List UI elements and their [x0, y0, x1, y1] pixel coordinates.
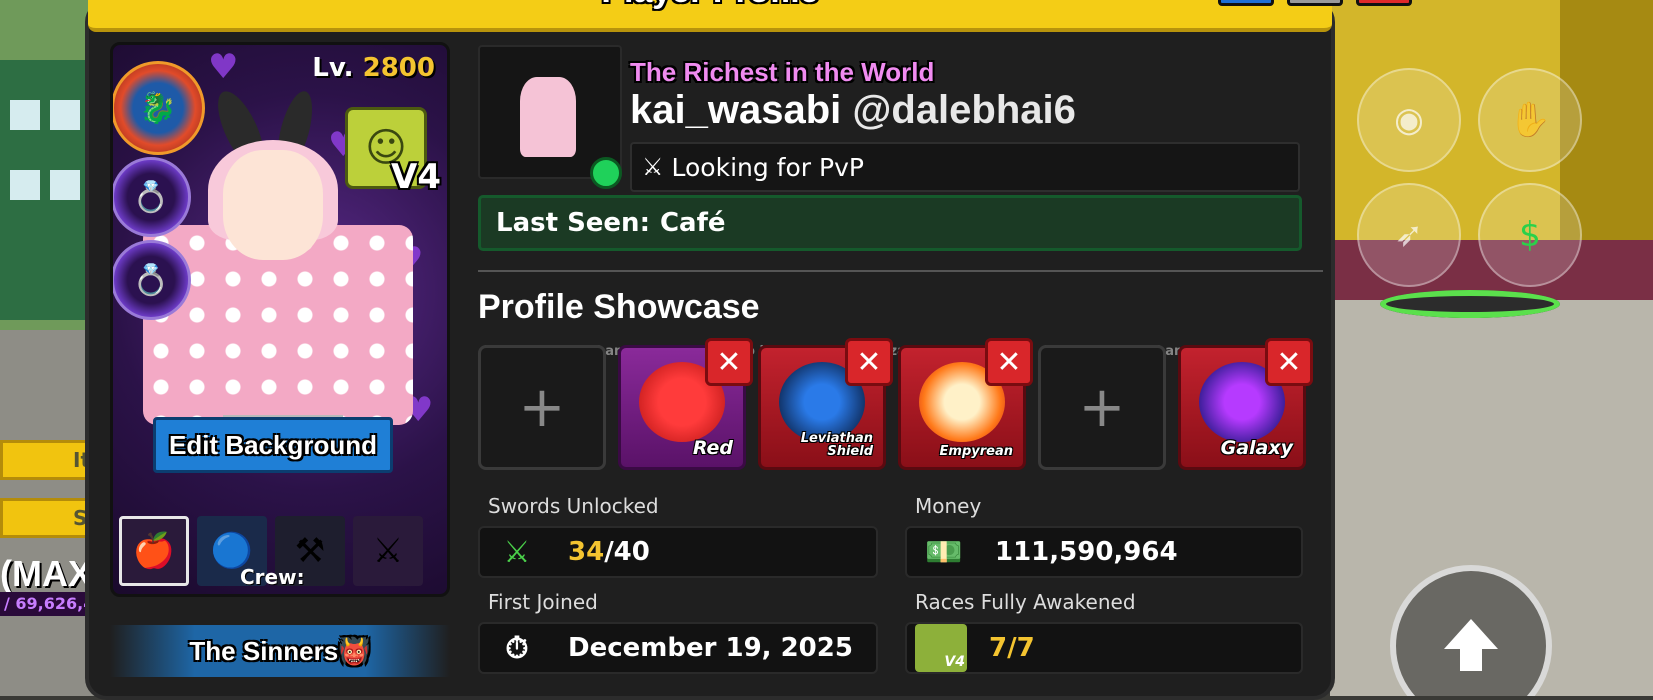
showcase-slot-leviathan-shield[interactable]: Leviathan Shield ✕	[758, 338, 893, 470]
showcase-slot-empyrean[interactable]: Empyrean ✕	[898, 338, 1033, 470]
status-message: ⚔ Looking for PvP	[630, 142, 1300, 192]
slot-label: Red	[692, 437, 733, 460]
joined-stat: ⏱ December 19, 2025	[478, 622, 878, 674]
avatar-card: ♥ ♥ ♥ ♥ ♥ Lv. 2800 🐉 💍 💍 ☺ V4 Edit Backg…	[110, 42, 450, 597]
money-label: Money	[915, 494, 982, 518]
races-total: /7	[1007, 633, 1035, 663]
eye-icon: ◉	[1221, 0, 1271, 3]
equipped-fruit[interactable]: 🍎	[119, 516, 189, 586]
last-seen-bar: Last Seen: Café	[478, 195, 1302, 251]
slot-label: Leviathan Shield	[800, 430, 873, 460]
showcase-heading: Profile Showcase	[478, 288, 760, 326]
world-window	[50, 170, 80, 200]
crew-name: The Sinners👹	[110, 625, 450, 677]
eye-icon: ◉	[1394, 100, 1424, 140]
level-prefix: Lv.	[312, 53, 354, 83]
level-value: 2800	[362, 53, 435, 83]
world-window	[10, 170, 40, 200]
view-button[interactable]: ◉	[1218, 0, 1274, 6]
showcase-slot-empty[interactable]: +	[478, 345, 606, 470]
race-version: V4	[391, 157, 441, 197]
teleport-pad	[1380, 290, 1560, 318]
stats-button[interactable]: ✋	[1478, 68, 1582, 172]
online-indicator	[590, 157, 622, 189]
money-value: 111,590,964	[995, 537, 1178, 567]
stopwatch-icon: ⏱	[505, 630, 529, 666]
crossed-swords-icon: ⚔	[642, 153, 664, 181]
money-stat: 💵 111,590,964	[905, 526, 1303, 578]
ring-icon: 💍	[132, 179, 170, 215]
races-label: Races Fully Awakened	[915, 590, 1136, 614]
fruit-icon: 🍎	[132, 531, 176, 571]
accessory-ring-1[interactable]: 💍	[113, 157, 191, 237]
title-badge: The Richest in the World	[630, 57, 935, 87]
close-button[interactable]: ✖	[1356, 0, 1412, 6]
race-badge: V4	[944, 654, 965, 670]
swords-have: 34	[568, 537, 605, 567]
dash-button[interactable]: ➶	[1357, 183, 1461, 287]
equipped-sword[interactable]: ⚔	[353, 516, 423, 586]
remove-slot-button[interactable]: ✕	[985, 338, 1033, 386]
edit-background-button[interactable]: Edit Background	[153, 417, 393, 473]
avatar-thumbnail	[520, 77, 576, 157]
fighting-style-emblem[interactable]: 🐉	[113, 61, 205, 155]
arrow-up-icon	[1444, 619, 1498, 671]
sword-icon: ⚔	[503, 534, 531, 570]
races-stat: V4 7/7	[905, 622, 1303, 674]
remove-slot-button[interactable]: ✕	[845, 338, 893, 386]
world-window	[10, 100, 40, 130]
username: @dalebhai6	[852, 88, 1076, 132]
joined-label: First Joined	[488, 590, 598, 614]
heart-decoration: ♥	[208, 47, 239, 87]
accessory-ring-2[interactable]: 💍	[113, 240, 191, 320]
title-bar: Player Profile ◉ ⚙ ✖	[88, 0, 1412, 32]
display-name: kai_wasabi	[630, 88, 842, 132]
crew-label: Crew:	[240, 565, 305, 589]
showcase-slot-galaxy[interactable]: Galaxy ✕	[1178, 338, 1313, 470]
dragon-icon: 🐉	[139, 90, 177, 126]
swords-total: /40	[604, 537, 650, 567]
races-have: 7	[989, 633, 1008, 663]
money-stack-icon: 💵	[925, 534, 963, 570]
ring-icon: 💍	[132, 262, 170, 298]
gear-icon: ⚙	[1290, 0, 1340, 3]
awakened-race-icon: V4	[915, 624, 967, 672]
section-divider	[478, 270, 1323, 272]
slot-label: Empyrean	[939, 444, 1013, 460]
remove-slot-button[interactable]: ✕	[1265, 338, 1313, 386]
close-icon: ✖	[1359, 0, 1409, 3]
level-display: Lv. 2800	[312, 53, 435, 83]
joined-value: December 19, 2025	[568, 633, 853, 663]
status-text: Looking for PvP	[671, 152, 864, 182]
player-name: kai_wasabi @dalebhai6	[630, 88, 1076, 133]
window-title: Player Profile	[88, 0, 1332, 11]
world-window	[50, 100, 80, 130]
crossed-swords-icon: ⚔	[372, 531, 404, 571]
shop-button[interactable]: $	[1478, 183, 1582, 287]
swords-label: Swords Unlocked	[488, 494, 659, 518]
showcase-slot-empty[interactable]: +	[1038, 345, 1166, 470]
remove-slot-button[interactable]: ✕	[705, 338, 753, 386]
muscle-icon: ✋	[1508, 100, 1552, 140]
settings-button[interactable]: ⚙	[1287, 0, 1343, 6]
observation-button[interactable]: ◉	[1357, 68, 1461, 172]
last-seen-label: Last Seen:	[496, 208, 650, 238]
character-head	[223, 150, 323, 260]
slot-label: Galaxy	[1220, 437, 1293, 460]
max-level-text: (MAX	[0, 553, 92, 594]
showcase-slot-red[interactable]: Red ✕	[618, 338, 753, 470]
last-seen-value: Café	[659, 208, 726, 238]
dollar-icon: $	[1519, 215, 1541, 255]
swords-stat: ⚔ 34/40	[478, 526, 878, 578]
dash-icon: ➶	[1394, 215, 1424, 255]
